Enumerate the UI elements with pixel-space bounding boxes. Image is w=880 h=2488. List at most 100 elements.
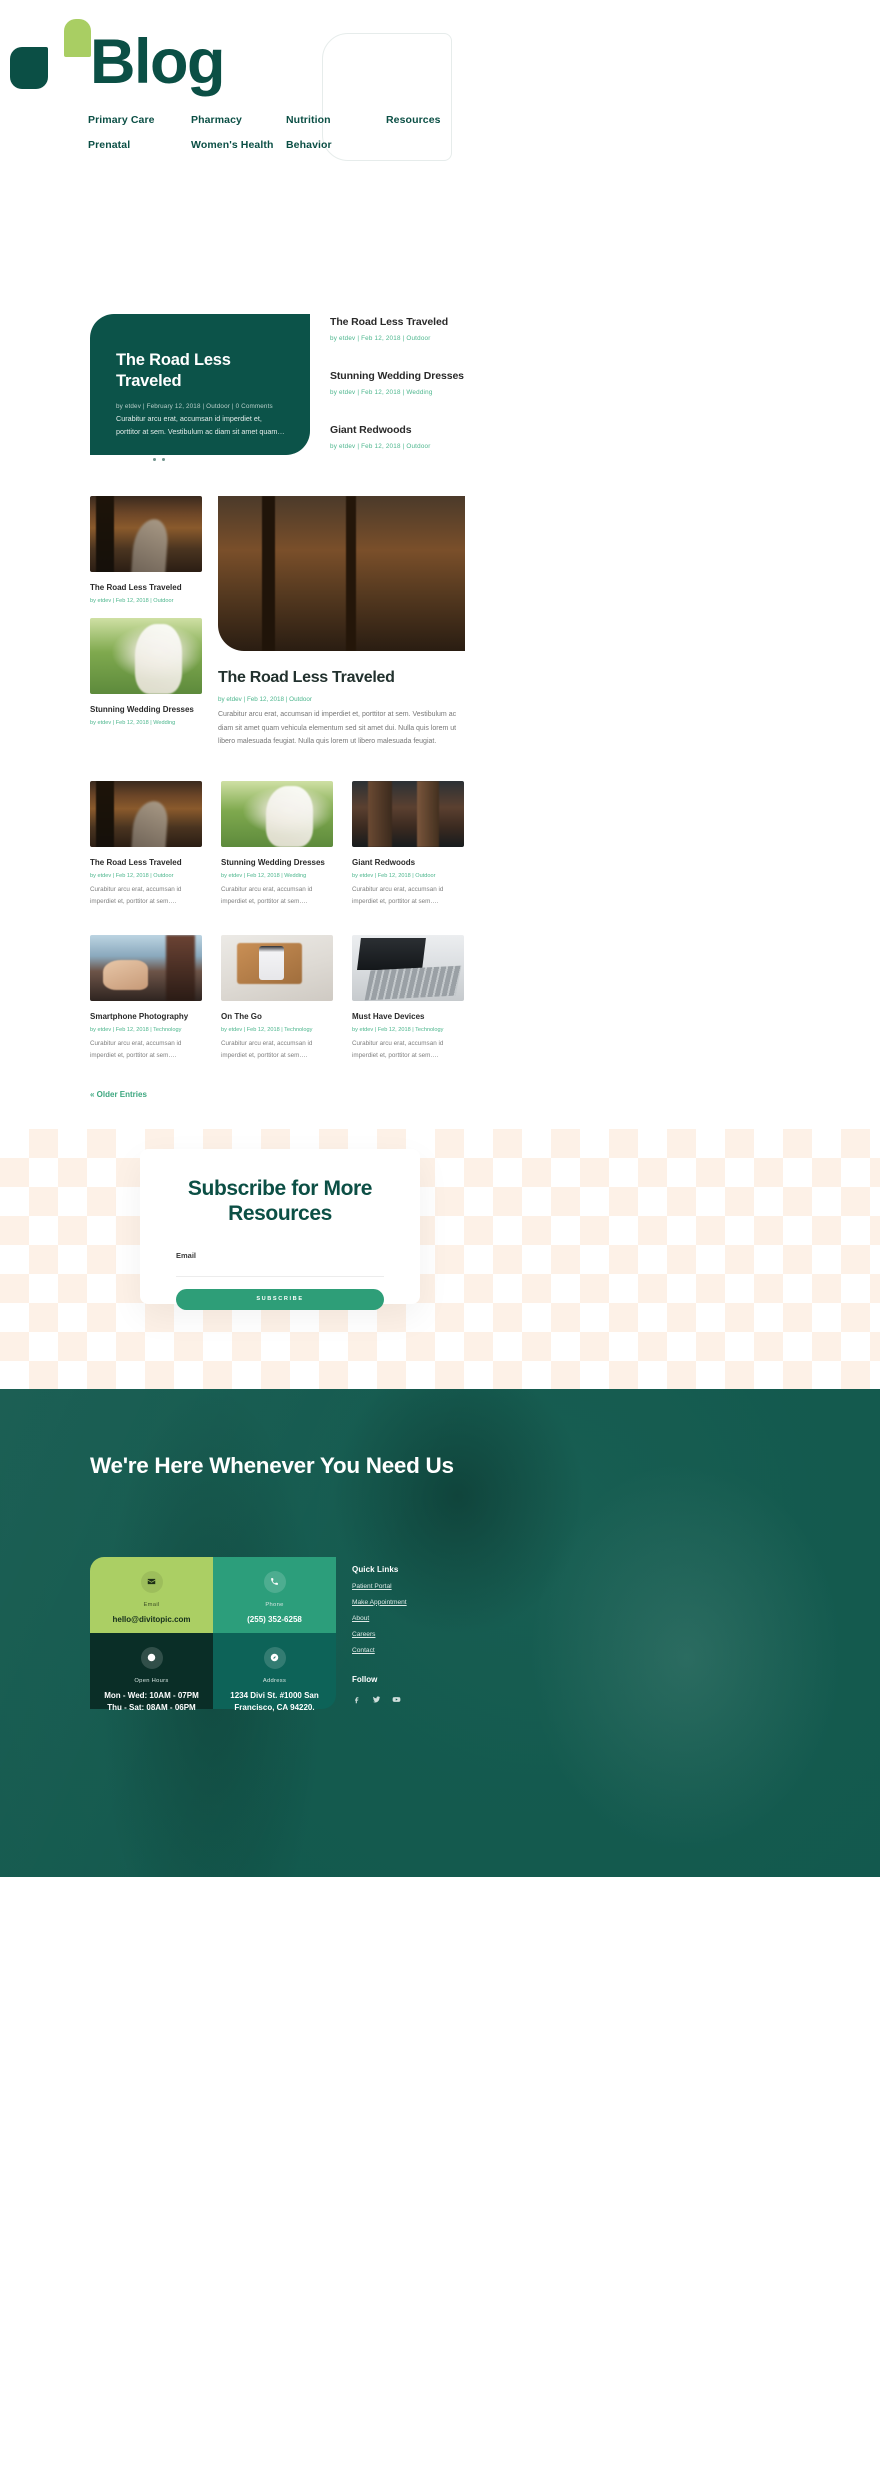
footer-link-about[interactable]: About xyxy=(352,1615,532,1622)
footer-link-patient-portal[interactable]: Patient Portal xyxy=(352,1583,532,1590)
post-meta: by etdev | Feb 12, 2018 | Technology xyxy=(90,1027,182,1034)
youtube-icon[interactable] xyxy=(392,1695,401,1704)
nav-item-prenatal[interactable]: Prenatal xyxy=(88,139,191,151)
post-meta: by etdev | Feb 12, 2018 | Wedding xyxy=(90,720,176,726)
post-grid: The Road Less Traveled by etdev | Feb 12… xyxy=(0,781,880,1062)
list-item[interactable]: The Road Less Traveled by etdev | Feb 12… xyxy=(90,496,202,604)
list-item[interactable]: Giant Redwoods by etdev | Feb 12, 2018 |… xyxy=(330,424,630,450)
facebook-icon[interactable] xyxy=(352,1695,361,1704)
recent-posts-list: The Road Less Traveled by etdev | Feb 12… xyxy=(330,316,630,478)
post-grid-row: Smartphone Photography by etdev | Feb 12… xyxy=(90,935,880,1061)
featured-meta: by etdev | February 12, 2018 | Outdoor |… xyxy=(116,403,273,411)
post-excerpt: Curabitur arcu erat, accumsan id imperdi… xyxy=(221,886,313,905)
post-title[interactable]: Stunning Wedding Dresses xyxy=(90,705,202,714)
list-item[interactable]: On The Go by etdev | Feb 12, 2018 | Tech… xyxy=(221,935,333,1061)
envelope-icon xyxy=(140,1570,163,1593)
subscribe-card: Subscribe for More Resources Email SUBSC… xyxy=(140,1148,420,1310)
post-title[interactable]: Must Have Devices xyxy=(352,1012,464,1021)
post-meta: by etdev | Feb 12, 2018 | Technology xyxy=(221,1027,313,1034)
contact-label: Address xyxy=(262,1677,287,1684)
list-item[interactable]: Smartphone Photography by etdev | Feb 12… xyxy=(90,935,202,1061)
post-meta: by etdev | Feb 12, 2018 | Outdoor xyxy=(330,443,431,450)
footer-links: Quick Links Patient Portal Make Appointm… xyxy=(352,1565,532,1704)
list-item[interactable]: The Road Less Traveled by etdev | Feb 12… xyxy=(330,316,630,342)
contact-card-email[interactable]: Email hello@divitopic.com xyxy=(90,1556,213,1633)
autumn-road-photo xyxy=(90,781,202,847)
contact-card-address[interactable]: Address 1234 Divi St. #1000 San Francisc… xyxy=(213,1632,336,1712)
nav-item-pharmacy[interactable]: Pharmacy xyxy=(191,114,286,126)
secondary-posts-column: The Road Less Traveled by etdev | Feb 12… xyxy=(90,496,202,740)
nav-item-primary-care[interactable]: Primary Care xyxy=(88,114,191,126)
nav-item-behavior[interactable]: Behavior xyxy=(286,139,386,151)
phone-icon xyxy=(263,1570,286,1593)
logo-mark-deep-icon xyxy=(10,47,48,89)
post-title[interactable]: The Road Less Traveled xyxy=(90,858,202,867)
footer-link-make-appointment[interactable]: Make Appointment xyxy=(352,1599,532,1606)
post-excerpt: Curabitur arcu erat, accumsan id imperdi… xyxy=(352,1040,444,1059)
laptop-keyboard-photo xyxy=(352,935,464,1002)
contact-cards: Email hello@divitopic.com Phone (255) 35… xyxy=(90,1556,337,1712)
footer-link-careers[interactable]: Careers xyxy=(352,1631,532,1638)
post-title[interactable]: Stunning Wedding Dresses xyxy=(221,858,333,867)
subscribe-heading: Subscribe for More Resources xyxy=(187,1176,373,1226)
nav-item-nutrition[interactable]: Nutrition xyxy=(286,114,386,126)
compass-icon xyxy=(263,1646,286,1669)
main-post-title[interactable]: The Road Less Traveled xyxy=(218,669,465,687)
post-title[interactable]: Giant Redwoods xyxy=(330,424,630,436)
list-item[interactable]: Stunning Wedding Dresses by etdev | Feb … xyxy=(330,370,630,396)
post-title[interactable]: The Road Less Traveled xyxy=(90,583,202,592)
slider-dot-1[interactable] xyxy=(144,458,147,461)
follow-heading: Follow xyxy=(352,1674,378,1684)
featured-excerpt: Curabitur arcu erat, accumsan id imperdi… xyxy=(116,414,285,436)
twitter-icon[interactable] xyxy=(372,1695,381,1704)
list-item[interactable]: Giant Redwoods by etdev | Feb 12, 2018 |… xyxy=(352,781,464,907)
slider-dot-2[interactable] xyxy=(153,458,156,461)
email-field[interactable] xyxy=(176,1264,384,1277)
post-title[interactable]: Giant Redwoods xyxy=(352,858,464,867)
post-title[interactable]: The Road Less Traveled xyxy=(330,316,630,328)
post-meta: by etdev | Feb 12, 2018 | Technology xyxy=(352,1027,444,1034)
list-item[interactable]: Must Have Devices by etdev | Feb 12, 201… xyxy=(352,935,464,1061)
autumn-forest-photo xyxy=(218,496,465,651)
bride-in-field-photo xyxy=(90,618,202,694)
two-column-section: The Road Less Traveled by etdev | Feb 12… xyxy=(0,496,880,756)
slider-dot-3[interactable] xyxy=(162,458,165,461)
post-title[interactable]: On The Go xyxy=(221,1012,333,1021)
nav-item-womens-health[interactable]: Women's Health xyxy=(191,139,286,151)
list-item[interactable]: Stunning Wedding Dresses by etdev | Feb … xyxy=(90,618,202,726)
logo-mark-lime-icon xyxy=(64,19,91,57)
post-meta: by etdev | Feb 12, 2018 | Wedding xyxy=(330,389,433,396)
contact-label: Email xyxy=(143,1601,160,1608)
featured-slider-card[interactable]: The Road Less Traveled by etdev | Februa… xyxy=(90,314,310,455)
main-post-excerpt: Curabitur arcu erat, accumsan id imperdi… xyxy=(218,711,457,746)
phone-stylus-desk-photo xyxy=(221,935,333,1002)
slider-dots[interactable] xyxy=(144,458,165,461)
nav-item-resources[interactable]: Resources xyxy=(386,114,441,126)
site-footer: We're Here Whenever You Need Us Email he… xyxy=(0,1388,880,1877)
autumn-road-photo xyxy=(90,496,202,572)
nav-row-primary: Primary Care Pharmacy Nutrition Resource… xyxy=(88,114,768,126)
redwood-trees-photo xyxy=(352,781,464,847)
main-post-column: The Road Less Traveled by etdev | Feb 12… xyxy=(218,496,465,749)
contact-value: Mon - Wed: 10AM - 07PM Thu - Sat: 08AM -… xyxy=(104,1690,199,1712)
contact-card-hours[interactable]: Open Hours Mon - Wed: 10AM - 07PM Thu - … xyxy=(90,1632,213,1712)
post-excerpt: Curabitur arcu erat, accumsan id imperdi… xyxy=(352,886,444,905)
bride-in-field-photo xyxy=(221,781,333,847)
post-excerpt: Curabitur arcu erat, accumsan id imperdi… xyxy=(90,886,182,905)
hands-holding-phone-photo xyxy=(90,935,202,1002)
post-grid-row: The Road Less Traveled by etdev | Feb 12… xyxy=(90,781,880,907)
post-title[interactable]: Smartphone Photography xyxy=(90,1012,202,1021)
email-label: Email xyxy=(176,1250,197,1260)
post-title[interactable]: Stunning Wedding Dresses xyxy=(330,370,630,382)
contact-card-phone[interactable]: Phone (255) 352-6258 xyxy=(213,1556,336,1633)
featured-title: The Road Less Traveled xyxy=(116,351,231,391)
post-excerpt: Curabitur arcu erat, accumsan id imperdi… xyxy=(221,1040,313,1059)
site-header: Blog Primary Care Pharmacy Nutrition Res… xyxy=(0,0,880,300)
list-item[interactable]: The Road Less Traveled by etdev | Feb 12… xyxy=(90,781,202,907)
older-entries-link[interactable]: « Older Entries xyxy=(90,1090,880,1099)
footer-link-contact[interactable]: Contact xyxy=(352,1647,532,1654)
subscribe-button[interactable]: SUBSCRIBE xyxy=(176,1288,384,1310)
main-post-meta: by etdev | Feb 12, 2018 | Outdoor xyxy=(218,696,312,703)
list-item[interactable]: Stunning Wedding Dresses by etdev | Feb … xyxy=(221,781,333,907)
contact-value: hello@divitopic.com xyxy=(112,1614,191,1624)
